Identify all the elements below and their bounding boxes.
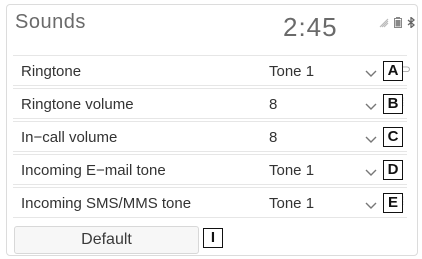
row-value: Tone 1 (269, 63, 315, 80)
row-value: 8 (269, 129, 278, 146)
settings-row-ringtone-volume[interactable]: Ringtone volume 8 ⁞ (13, 88, 407, 119)
settings-row-incoming-sms-mms-tone[interactable]: Incoming SMS/MMS tone Tone 1 ⁞ (13, 187, 407, 218)
row-label: Incoming SMS/MMS tone (21, 195, 192, 212)
chevron-down-icon[interactable] (365, 164, 377, 182)
callout-d: D (383, 160, 403, 180)
settings-row-ringtone[interactable]: Ringtone Tone 1 ⊃ (13, 55, 411, 86)
callout-i: I (203, 228, 223, 248)
chevron-down-icon[interactable] (365, 197, 377, 215)
callout-c: C (383, 127, 403, 147)
row-value: 8 (269, 96, 278, 113)
row-label: Ringtone volume (21, 96, 134, 113)
row-value: Tone 1 (269, 195, 315, 212)
default-button[interactable]: Default (14, 226, 199, 254)
bluetooth-muted-icon (379, 18, 389, 28)
row-label: In−call volume (21, 129, 118, 146)
chevron-down-icon[interactable] (365, 98, 377, 116)
chevron-down-icon[interactable] (365, 131, 377, 149)
callout-b: B (383, 94, 403, 114)
page-title: Sounds (15, 11, 86, 33)
settings-row-incoming-email-tone[interactable]: Incoming E−mail tone Tone 1 (13, 154, 407, 185)
chevron-down-icon[interactable] (365, 65, 377, 83)
settings-row-in-call-volume[interactable]: In−call volume 8 (13, 121, 407, 152)
status-bar (379, 17, 416, 28)
header: Sounds 2:45 (7, 5, 417, 45)
row-value: Tone 1 (269, 162, 315, 179)
row-label: Ringtone (21, 63, 82, 80)
bluetooth-icon (407, 17, 416, 28)
callout-a: A (383, 61, 403, 81)
clock: 2:45 (283, 12, 338, 42)
sounds-screen: Sounds 2:45 Ringtone Tone 1 ⊃ Ringtone v… (6, 4, 418, 256)
battery-icon (394, 17, 402, 28)
callout-e: E (383, 193, 403, 213)
row-label: Incoming E−mail tone (21, 162, 166, 179)
